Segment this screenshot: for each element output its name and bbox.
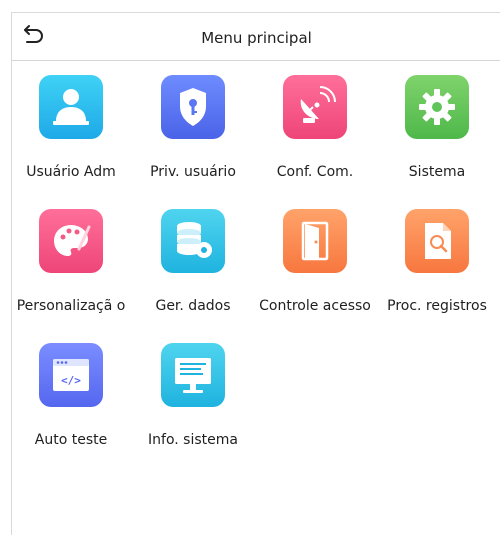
- main-menu-screen: Menu principal Usuário Adm Priv. usuário: [11, 12, 500, 535]
- monitor-icon: [161, 343, 225, 407]
- menu-item-conf-com[interactable]: Conf. Com.: [256, 75, 378, 205]
- menu-item-label: Personalizaçã o: [16, 298, 126, 314]
- menu-item-priv-usuario[interactable]: Priv. usuário: [134, 75, 256, 205]
- database-gear-icon: [161, 209, 225, 273]
- menu-item-label: Controle acesso: [259, 298, 371, 314]
- menu-item-label: Usuário Adm: [26, 164, 116, 180]
- page-title: Menu principal: [201, 29, 312, 47]
- menu-item-personalizacao[interactable]: Personalizaçã o: [12, 209, 134, 339]
- menu-item-label: Auto teste: [34, 432, 108, 448]
- menu-item-sistema[interactable]: Sistema: [378, 75, 500, 205]
- menu-item-label: Proc. registros: [387, 298, 487, 314]
- satellite-dish-icon: [283, 75, 347, 139]
- menu-item-label: Conf. Com.: [276, 164, 354, 180]
- door-icon: [283, 209, 347, 273]
- menu-item-proc-registros[interactable]: Proc. registros: [378, 209, 500, 339]
- menu-item-controle-acesso[interactable]: Controle acesso: [256, 209, 378, 339]
- menu-item-label: Sistema: [408, 164, 466, 180]
- palette-icon: [39, 209, 103, 273]
- svg-text:</>: </>: [61, 374, 81, 387]
- menu-item-label: Ger. dados: [155, 298, 231, 314]
- menu-item-usuario-adm[interactable]: Usuário Adm: [12, 75, 134, 205]
- header-bar: Menu principal: [12, 13, 500, 61]
- menu-item-info-sistema[interactable]: Info. sistema: [134, 343, 256, 473]
- gear-icon: [405, 75, 469, 139]
- shield-key-icon: [161, 75, 225, 139]
- document-search-icon: [405, 209, 469, 273]
- menu-item-label: Info. sistema: [148, 432, 238, 448]
- code-window-icon: </>: [39, 343, 103, 407]
- menu-item-label: Priv. usuário: [150, 164, 236, 180]
- menu-item-auto-teste[interactable]: </> Auto teste: [12, 343, 134, 473]
- menu-item-ger-dados[interactable]: Ger. dados: [134, 209, 256, 339]
- user-admin-icon: [39, 75, 103, 139]
